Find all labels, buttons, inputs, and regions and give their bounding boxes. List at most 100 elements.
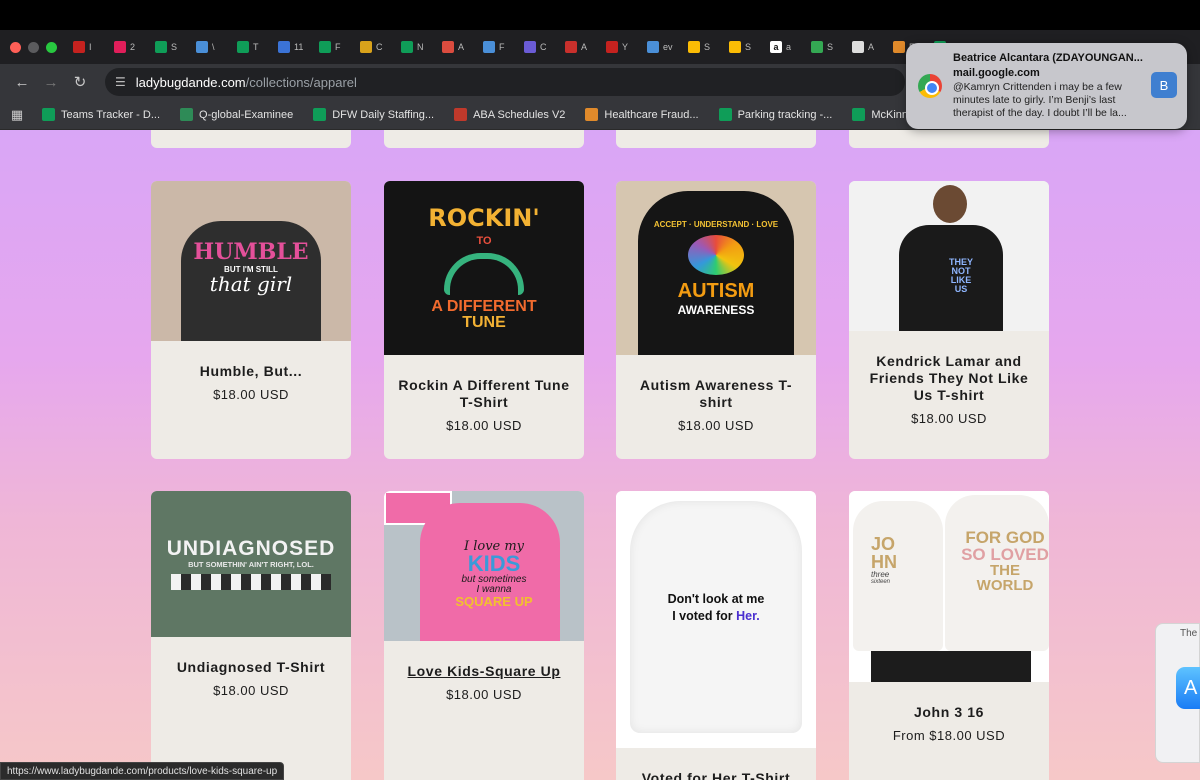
bookmark-item[interactable]: Q-global-Examinee bbox=[180, 108, 293, 121]
reload-button[interactable]: ↻ bbox=[68, 70, 92, 94]
browser-tab[interactable]: A bbox=[438, 35, 479, 59]
close-window-button[interactable] bbox=[10, 41, 21, 53]
product-image[interactable]: ROCKIN' TO A DIFFERENT TUNE bbox=[384, 181, 584, 355]
product-title[interactable]: Love Kids-Square Up bbox=[384, 663, 584, 680]
tab-title: T bbox=[253, 42, 259, 52]
product-title[interactable]: Rockin A Different Tune T-Shirt bbox=[384, 377, 584, 411]
product-card[interactable]: UNDIAGNOSED BUT SOMETHIN' AIN'T RIGHT, L… bbox=[151, 491, 351, 780]
shirt-text: US bbox=[954, 284, 968, 294]
product-price: $18.00 USD bbox=[446, 418, 522, 433]
sheets-icon bbox=[237, 41, 249, 53]
tab-title: A bbox=[868, 42, 875, 52]
product-image[interactable]: Don't look at me I voted for Her. bbox=[616, 491, 816, 748]
site-settings-icon[interactable]: ☰ bbox=[115, 75, 126, 89]
app-store-icon[interactable]: A bbox=[1176, 667, 1200, 709]
product-title[interactable]: Undiagnosed T-Shirt bbox=[151, 659, 351, 676]
browser-tab[interactable]: C bbox=[520, 35, 561, 59]
tab-title: S bbox=[827, 42, 834, 52]
browser-tab[interactable]: 11 bbox=[274, 35, 315, 59]
product-card[interactable]: JO HN three sixteen FOR GOD SO LOVED THE… bbox=[849, 491, 1049, 780]
url-host: ladybugdande.com bbox=[135, 74, 246, 90]
shirt-graphic: ACCEPT · UNDERSTAND · LOVE AUTISM AWAREN… bbox=[653, 219, 779, 316]
url-bar[interactable]: ☰ ladybugdande.com/collections/apparel bbox=[105, 68, 905, 96]
browser-tab[interactable]: N bbox=[397, 35, 438, 59]
bookmark-item[interactable]: ABA Schedules V2 bbox=[454, 108, 565, 121]
shirt-text: TO bbox=[476, 234, 492, 247]
product-card[interactable]: I love my KIDS but sometimes I wanna SQU… bbox=[384, 491, 584, 780]
product-card[interactable]: ROCKIN' TO A DIFFERENT TUNE Rockin A Dif… bbox=[384, 181, 584, 459]
tab-title: C bbox=[540, 42, 547, 52]
sheets-icon bbox=[319, 41, 331, 53]
chrome-notification[interactable]: Beatrice Alcantara (ZDAYOUNGAN... mail.g… bbox=[906, 43, 1187, 129]
product-image[interactable]: ACCEPT · UNDERSTAND · LOVE AUTISM AWAREN… bbox=[616, 181, 816, 355]
tab-title: \ bbox=[212, 42, 215, 52]
shirt-text: TUNE bbox=[462, 313, 506, 331]
shirt-text: THE WORLD bbox=[976, 562, 1034, 594]
browser-tab[interactable]: \ bbox=[192, 35, 233, 59]
bookmark-item[interactable]: DFW Daily Staffing... bbox=[313, 108, 434, 121]
product-title[interactable]: Voted for Her T-Shirt bbox=[616, 770, 816, 780]
apps-grid-icon[interactable]: ▦ bbox=[10, 107, 24, 122]
product-card-partial[interactable] bbox=[849, 130, 1049, 148]
sheets-icon bbox=[718, 108, 732, 121]
bookmark-list: Teams Tracker - D... Q-global-Examinee DFW… bbox=[42, 108, 990, 121]
browser-tab[interactable]: S bbox=[807, 35, 848, 59]
notification-title: Beatrice Alcantara (ZDAYOUNGAN... bbox=[953, 52, 1143, 64]
browser-tab[interactable]: T bbox=[233, 35, 274, 59]
product-title[interactable]: John 3 16 bbox=[849, 704, 1049, 721]
tab-title: C bbox=[376, 42, 383, 52]
model-head bbox=[933, 185, 967, 223]
browser-tab[interactable]: F bbox=[315, 35, 356, 59]
browser-tab[interactable]: ev bbox=[643, 35, 684, 59]
back-button[interactable]: ← bbox=[10, 70, 34, 94]
product-title[interactable]: Autism Awareness T-shirt bbox=[616, 377, 816, 411]
product-image[interactable]: JO HN three sixteen FOR GOD SO LOVED THE… bbox=[849, 491, 1049, 682]
shirt-text-highlight: Her. bbox=[736, 609, 760, 623]
shirt-text: FOR GOD bbox=[965, 528, 1045, 547]
url-path: /collections/apparel bbox=[245, 74, 357, 90]
product-image[interactable]: HUMBLE BUT I'M STILL that girl bbox=[151, 181, 351, 341]
product-image[interactable]: THEY NOT LIKE US bbox=[849, 181, 1049, 331]
browser-tab[interactable]: S bbox=[151, 35, 192, 59]
product-card-partial[interactable] bbox=[616, 130, 816, 148]
product-card[interactable]: THEY NOT LIKE US Kendrick Lamar and Frie… bbox=[849, 181, 1049, 459]
shirt-text: ACCEPT · UNDERSTAND · LOVE bbox=[653, 219, 779, 229]
browser-tab[interactable]: A bbox=[848, 35, 889, 59]
browser-tab[interactable]: 2 bbox=[110, 35, 151, 59]
product-title[interactable]: Kendrick Lamar and Friends They Not Like… bbox=[849, 353, 1049, 404]
cloud-icon bbox=[483, 41, 495, 53]
browser-tab[interactable]: Y bbox=[602, 35, 643, 59]
side-popup[interactable]: The A bbox=[1155, 623, 1200, 763]
browser-tab[interactable]: C bbox=[356, 35, 397, 59]
minimize-window-button[interactable] bbox=[28, 41, 39, 53]
bookmark-item[interactable]: Healthcare Fraud... bbox=[585, 108, 699, 121]
product-card-partial[interactable] bbox=[151, 130, 351, 148]
product-card[interactable]: ACCEPT · UNDERSTAND · LOVE AUTISM AWAREN… bbox=[616, 181, 816, 459]
product-image[interactable]: I love my KIDS but sometimes I wanna SQU… bbox=[384, 491, 584, 641]
tab-title: ev bbox=[663, 42, 673, 52]
product-card[interactable]: Don't look at me I voted for Her. Voted … bbox=[616, 491, 816, 780]
calendar-icon bbox=[278, 41, 290, 53]
browser-tab[interactable]: F bbox=[479, 35, 520, 59]
browser-tab[interactable]: A bbox=[561, 35, 602, 59]
shirt-text: A DIFFERENT bbox=[431, 297, 537, 315]
fullscreen-window-button[interactable] bbox=[46, 41, 57, 53]
window-controls bbox=[10, 41, 57, 53]
browser-tab[interactable]: I bbox=[69, 35, 110, 59]
product-image[interactable]: UNDIAGNOSED BUT SOMETHIN' AIN'T RIGHT, L… bbox=[151, 491, 351, 637]
acrobat-icon bbox=[565, 41, 577, 53]
product-title[interactable]: Humble, But... bbox=[151, 363, 351, 380]
browser-tab[interactable]: aa bbox=[766, 35, 807, 59]
bookmark-item[interactable]: Teams Tracker - D... bbox=[42, 108, 160, 121]
link-status-bar: https://www.ladybugdande.com/products/lo… bbox=[0, 762, 285, 780]
shirt-text: sixteen bbox=[871, 579, 891, 585]
forward-button[interactable]: → bbox=[39, 70, 63, 94]
browser-tab[interactable]: S bbox=[725, 35, 766, 59]
sheets-icon bbox=[401, 41, 413, 53]
tab-title: S bbox=[171, 42, 178, 52]
bookmark-item[interactable]: Parking tracking -... bbox=[718, 108, 832, 121]
product-card-partial[interactable] bbox=[384, 130, 584, 148]
product-card[interactable]: HUMBLE BUT I'M STILL that girl Humble, B… bbox=[151, 181, 351, 459]
browser-tab[interactable]: S bbox=[684, 35, 725, 59]
sheets-icon bbox=[313, 108, 327, 121]
